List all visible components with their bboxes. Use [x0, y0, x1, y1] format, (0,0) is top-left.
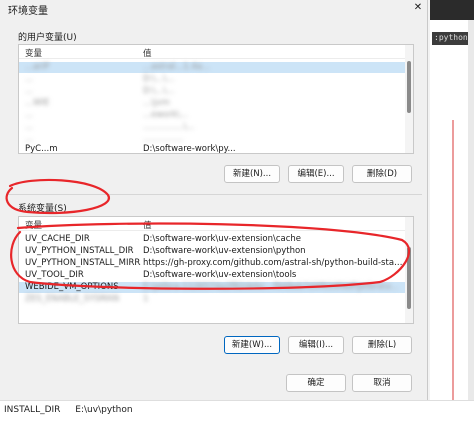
user-row-name: PyC...m [25, 144, 58, 154]
user-row-value: ............... [143, 134, 184, 144]
user-row[interactable]: ... D:\...\... [19, 74, 405, 85]
user-row-value: ...............\... [143, 122, 195, 132]
system-row[interactable]: UV_CACHE_DIR D:\software-work\uv-extensi… [19, 234, 405, 245]
system-row-value: D:\software-work\uv-extension\python [143, 246, 306, 256]
system-scrollbar-thumb[interactable] [407, 247, 411, 309]
system-row-name: UV_TOOL_DIR [25, 270, 84, 280]
system-row-value: D:\software-work\uv-extension\tools [143, 270, 297, 280]
system-row-name: WEBIDE_VM_OPTIONS [25, 282, 119, 292]
background-bottom-strip: INSTALL_DIR E:\uv\python [0, 400, 474, 421]
user-new-button[interactable]: 新建(N)... [224, 165, 280, 183]
user-row-name: ... [25, 74, 34, 84]
background-app-panel: :python-b [430, 0, 474, 421]
user-variables-list[interactable]: 变量 值 ...ariP ...astral...1.4a... ... D:\… [18, 44, 414, 154]
system-row-value: 1 [143, 294, 149, 304]
system-row-value: D:\software-work\uv-extension\cache [143, 234, 302, 244]
user-col-value[interactable]: 值 [143, 47, 152, 59]
user-variables-label: 的用户变量(U) [18, 33, 77, 43]
user-row-name: ... [25, 86, 34, 96]
user-row-name: ... [25, 122, 34, 132]
user-row-name: ... [25, 134, 34, 144]
system-new-button[interactable]: 新建(W)... [224, 336, 280, 354]
dialog-title: 环境变量 [8, 6, 48, 17]
user-row-value: D:\software-work\py... [143, 144, 236, 154]
user-edit-button[interactable]: 编辑(E)... [288, 165, 344, 183]
user-list-header: 变量 值 [19, 45, 413, 59]
system-row[interactable]: UV_TOOL_DIR D:\software-work\uv-extensio… [19, 270, 405, 281]
user-col-variable[interactable]: 变量 [25, 47, 42, 59]
system-row-name: ZES_ENABLE_SYSMAN [25, 294, 120, 304]
background-var-value: E:\uv\python [75, 405, 133, 415]
system-col-variable[interactable]: 变量 [25, 219, 42, 231]
system-row-value: E:\jetbra-1126574a2f82debc...f948eb7d4f6… [143, 282, 399, 292]
cancel-button[interactable]: 取消 [352, 374, 412, 392]
system-variables-list[interactable]: 变量 值 UV_CACHE_DIR D:\software-work\uv-ex… [18, 216, 414, 324]
background-var-name: INSTALL_DIR [4, 405, 61, 415]
user-row[interactable]: ... ...............\... [19, 122, 405, 133]
system-edit-button[interactable]: 编辑(I)... [288, 336, 344, 354]
user-row-value: D:\...\... [143, 74, 175, 84]
section-divider [6, 194, 422, 195]
environment-variables-dialog: 环境变量 ✕ 的用户变量(U) 变量 值 ...ariP ...astral..… [0, 0, 428, 400]
user-row[interactable]: ... ...ework\... [19, 110, 405, 121]
user-row-value: ...astral...1.4a... [143, 62, 211, 72]
system-row-name: UV_PYTHON_INSTALL_MIRR... [25, 258, 141, 268]
system-row[interactable]: UV_PYTHON_INSTALL_MIRR... https://gh-pro… [19, 258, 405, 269]
user-row-value: ...\jvm [143, 98, 170, 108]
user-row[interactable]: PyC...m D:\software-work\py... [19, 144, 405, 154]
user-row-name: ...WIE [25, 98, 50, 108]
system-row-name: UV_CACHE_DIR [25, 234, 90, 244]
user-row[interactable]: ... D:\...\... [19, 86, 405, 97]
user-delete-button[interactable]: 删除(D) [352, 165, 412, 183]
close-icon[interactable]: ✕ [408, 0, 428, 16]
system-delete-button[interactable]: 删除(L) [352, 336, 412, 354]
system-row[interactable]: UV_PYTHON_INSTALL_DIR D:\software-work\u… [19, 246, 405, 257]
user-scrollbar-thumb[interactable] [407, 61, 411, 113]
user-row[interactable]: ...ariP ...astral...1.4a... [19, 62, 405, 73]
background-annotation-line [452, 120, 454, 410]
system-list-scrollbar[interactable] [405, 217, 413, 323]
user-row-name: ... [25, 110, 34, 120]
system-variables-label: 系统变量(S) [18, 204, 67, 214]
background-app-titlebar [430, 0, 474, 20]
background-scrollbar [468, 20, 474, 400]
system-row[interactable]: WEBIDE_VM_OPTIONS E:\jetbra-1126574a2f82… [19, 282, 405, 293]
user-list-scrollbar[interactable] [405, 45, 413, 153]
ok-button[interactable]: 确定 [286, 374, 346, 392]
user-row-name: ...ariP [25, 62, 50, 72]
user-row[interactable]: ...WIE ...\jvm [19, 98, 405, 109]
system-col-value[interactable]: 值 [143, 219, 152, 231]
dialog-title-bar: 环境变量 ✕ [0, 0, 428, 20]
system-list-header: 变量 值 [19, 217, 413, 231]
user-row-value: D:\...\... [143, 86, 175, 96]
system-row-name: UV_PYTHON_INSTALL_DIR [25, 246, 134, 256]
system-row-value: https://gh-proxy.com/github.com/astral-s… [143, 258, 403, 268]
system-row[interactable]: ZES_ENABLE_SYSMAN 1 [19, 294, 405, 305]
user-row-value: ...ework\... [143, 110, 188, 120]
